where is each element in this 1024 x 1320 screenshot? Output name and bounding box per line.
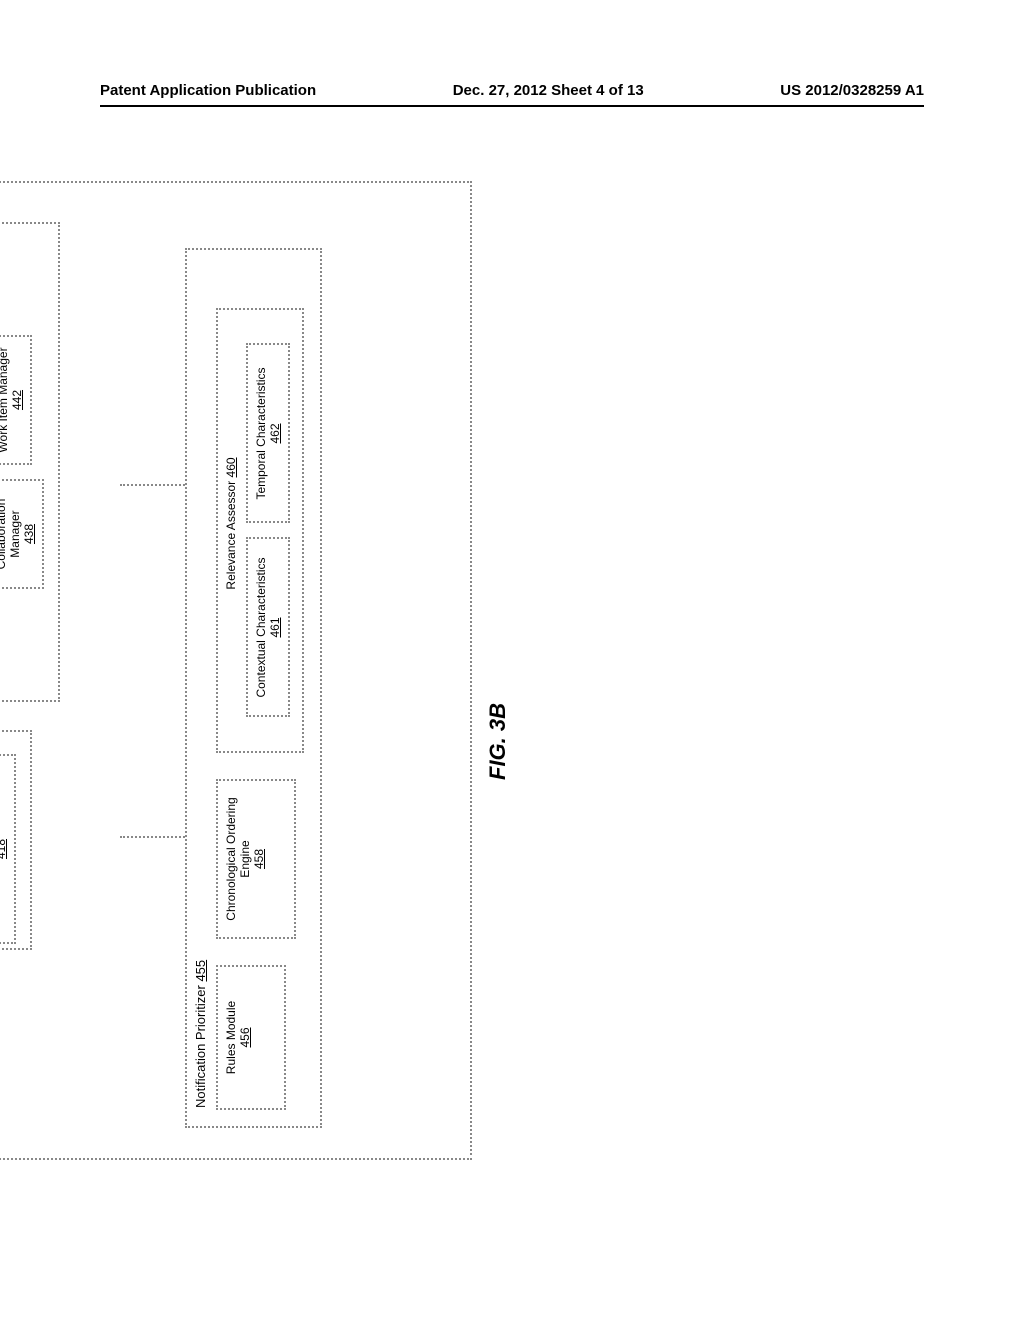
temporal-characteristics-label: Temporal Characteristics <box>254 350 268 518</box>
notification-module-box: Activity Detector 405 Notification Engin… <box>0 181 472 1160</box>
relevance-assessor-label: Relevance Assessor <box>224 481 238 590</box>
page-header: Patent Application Publication Dec. 27, … <box>100 82 924 99</box>
notification-engine-box: Notification Engine 415 Notification Ser… <box>0 730 32 950</box>
collaboration-manager-label: Collaboration Manager <box>0 485 22 583</box>
chronological-engine-box: Chronological Ordering Engine 458 <box>216 779 296 939</box>
notification-prioritizer-title: Notification Prioritizer 455 <box>193 254 208 1122</box>
notification-prioritizer-ref: 455 <box>193 960 208 982</box>
permissions-inner: Workspace Manager 436 Collaboration Mana… <box>0 228 44 696</box>
contextual-characteristics-ref: 461 <box>268 544 282 712</box>
rules-module-ref: 456 <box>238 971 252 1104</box>
notification-prioritizer-label: Notification Prioritizer <box>193 985 208 1108</box>
connector-1 <box>120 836 185 838</box>
contextual-characteristics-box: Contextual Characteristics 461 <box>246 538 290 718</box>
top-row: Activity Detector 405 Notification Engin… <box>0 213 60 1128</box>
collaboration-manager-ref: 438 <box>22 485 36 583</box>
header-right: US 2012/0328259 A1 <box>780 82 924 99</box>
collaboration-manager-box: Collaboration Manager 438 <box>0 479 44 589</box>
connector-2 <box>120 484 185 486</box>
work-item-manager-ref: 442 <box>10 341 24 459</box>
relevance-assessor-title: Relevance Assessor 460 <box>224 314 238 747</box>
relevance-assessor-box: Relevance Assessor 460 Contextual Charac… <box>216 308 304 753</box>
temporal-characteristics-box: Temporal Characteristics 462 <box>246 344 290 524</box>
work-item-manager-label: Work Item Manager <box>0 341 10 459</box>
work-item-manager-box: Work Item Manager 442 <box>0 335 32 465</box>
diagram-rotated-wrapper: Notification module 350 Activity Detecto… <box>0 340 980 1000</box>
recipient-selection-ref: 418 <box>0 760 8 938</box>
notification-prioritizer-box: Notification Prioritizer 455 Rules Modul… <box>185 248 322 1128</box>
relevance-inner: Contextual Characteristics 461 Temporal … <box>246 314 290 747</box>
rules-module-box: Rules Module 456 <box>216 965 286 1110</box>
chronological-engine-label: Chronological Ordering Engine <box>224 785 252 933</box>
relevance-assessor-ref: 460 <box>224 457 238 477</box>
bottom-row: Notification Prioritizer 455 Rules Modul… <box>185 213 322 1128</box>
perms-col-2: Organization Tracker 440 Enterprise Trac… <box>0 335 44 465</box>
permissions-manager-box: Permissions Manager 435 Workspace Manage… <box>0 222 60 702</box>
header-rule <box>100 105 924 107</box>
header-left: Patent Application Publication <box>100 82 316 99</box>
diagram: Notification module 350 Activity Detecto… <box>0 180 490 1160</box>
contextual-characteristics-label: Contextual Characteristics <box>254 544 268 712</box>
recipient-selection-box: Recipient Selection Module 418 <box>0 754 16 944</box>
rules-module-label: Rules Module <box>224 971 238 1104</box>
header-center: Dec. 27, 2012 Sheet 4 of 13 <box>453 82 644 99</box>
perms-col-1: Workspace Manager 436 Collaboration Mana… <box>0 479 44 589</box>
temporal-characteristics-ref: 462 <box>268 350 282 518</box>
figure-label: FIG. 3B <box>485 703 511 780</box>
chronological-engine-ref: 458 <box>252 785 266 933</box>
prioritizer-inner: Rules Module 456 Chronological Ordering … <box>216 254 304 1122</box>
